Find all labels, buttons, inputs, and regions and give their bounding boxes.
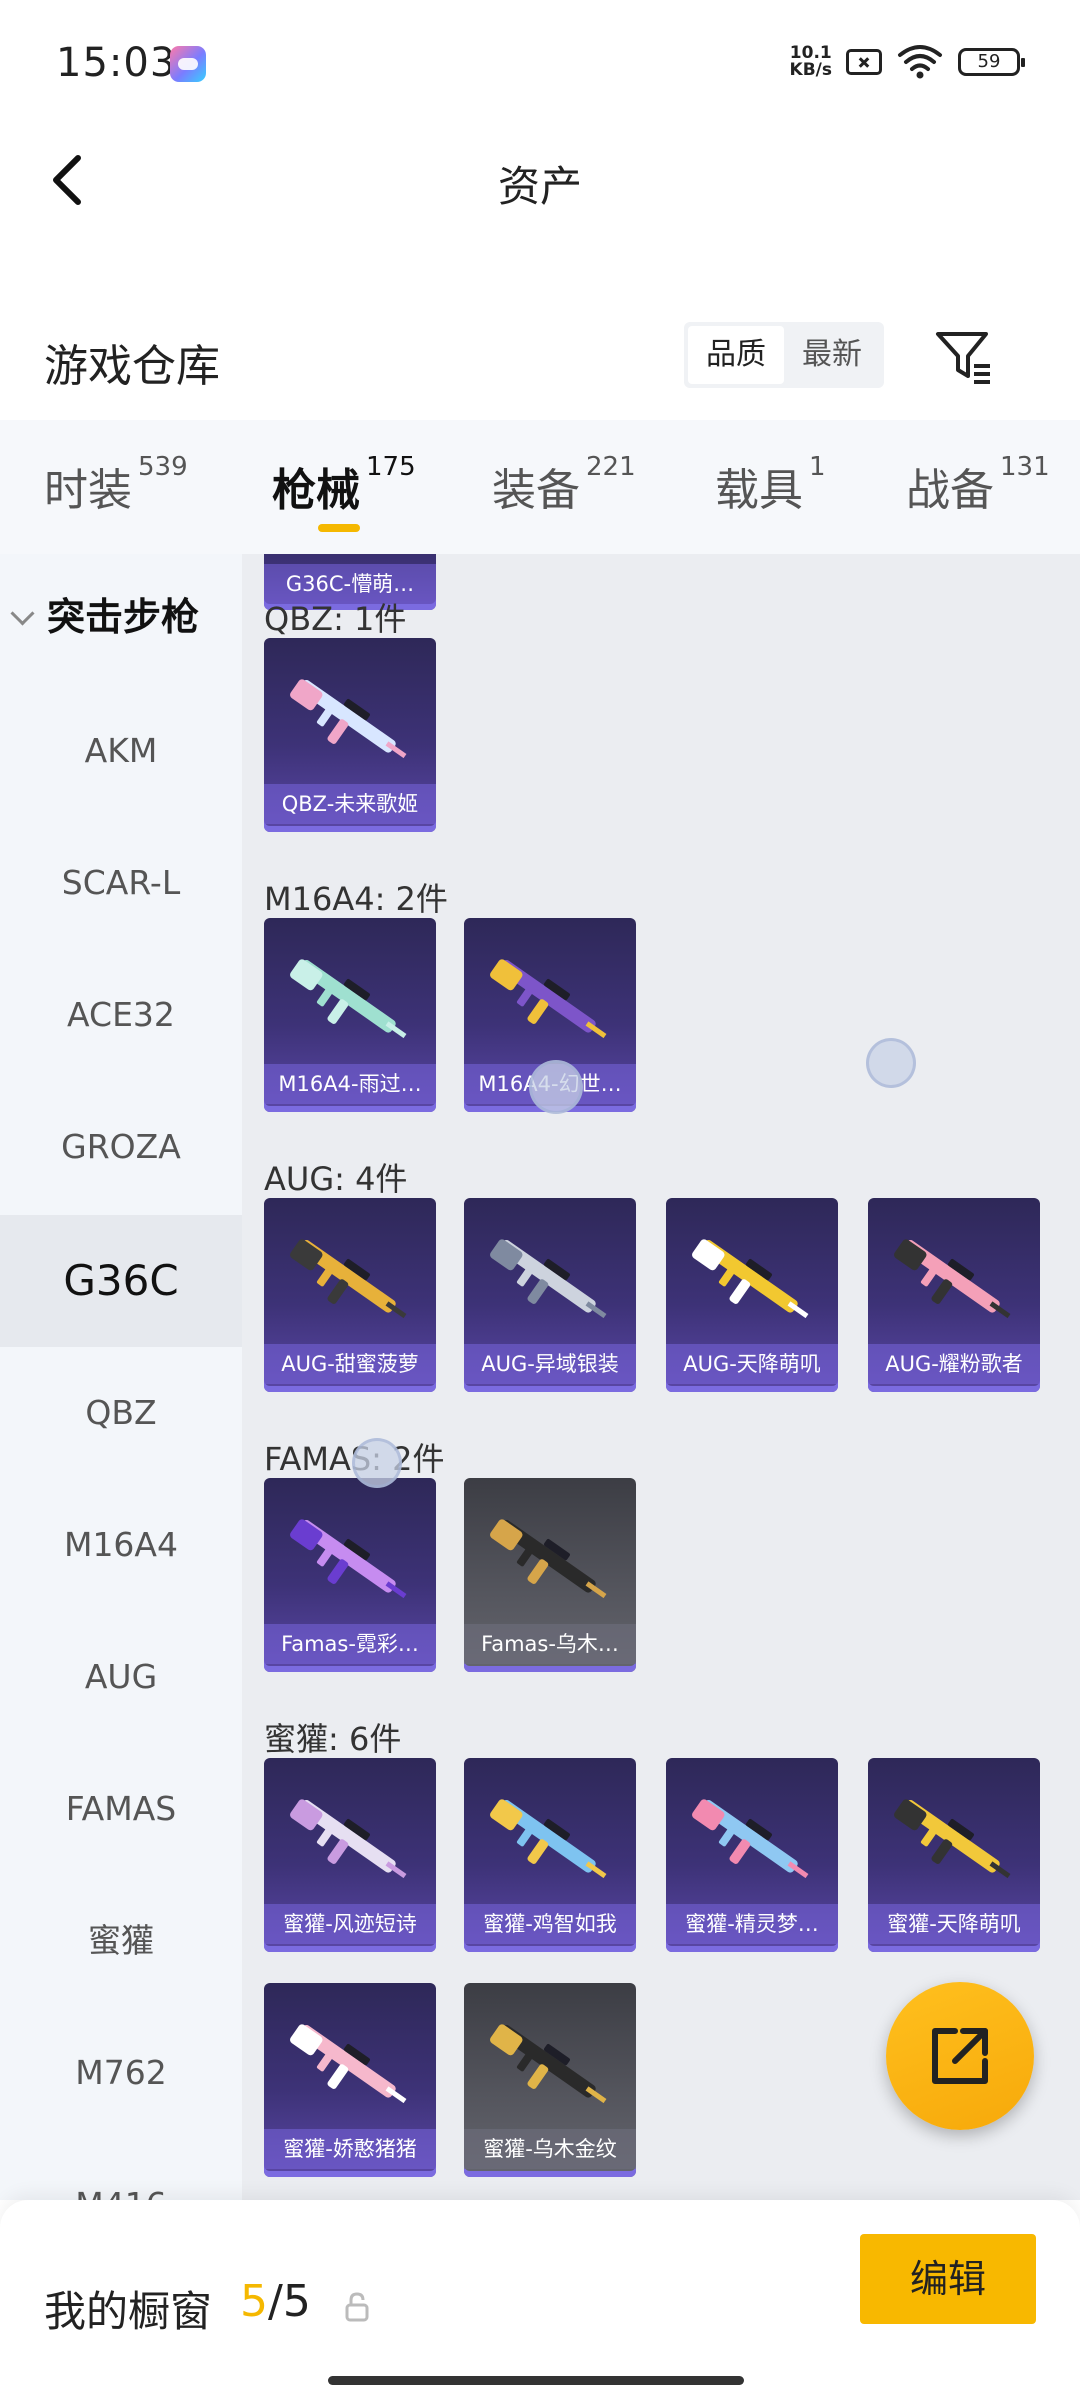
weapon-card[interactable]: AUG-耀粉歌者 [868,1198,1040,1392]
page-title: 资产 [497,162,582,211]
rifle-icon [692,1239,809,1319]
home-indicator [328,2376,744,2385]
sort-toggle: 品质 最新 [684,322,884,388]
weapon-card[interactable]: 蜜獾-风迹短诗 [264,1758,436,1952]
network-speed: 10.1 KB/s [789,43,832,80]
weapon-sidebar: 突击步枪 AKM SCAR-L ACE32 GROZA G36C QBZ M16… [0,554,242,2200]
weapon-card[interactable]: AUG-异域银装 [464,1198,636,1392]
weapon-card[interactable]: Famas-乌木… [464,1478,636,1672]
sidebar-item-m16a4[interactable]: M16A4 [0,1479,242,1611]
rifle-icon [894,1799,1011,1879]
lock-icon [345,2292,369,2322]
no-sim-icon [846,49,882,75]
game-app-icon [170,46,206,82]
weapon-card-label: AUG-异域银装 [464,1344,636,1384]
showcase-label: 我的橱窗 [44,2287,213,2336]
touch-indicator [866,1038,916,1088]
rifle-icon [290,679,407,759]
weapon-card[interactable]: Famas-霓彩… [264,1478,436,1672]
weapon-card-label: AUG-耀粉歌者 [868,1344,1040,1384]
status-icons: 10.1 KB/s 59 [789,42,1025,82]
rifle-icon [490,1799,607,1879]
weapon-card-label: 蜜獾-风迹短诗 [264,1904,436,1944]
weapon-card-label: 蜜獾-娇憨猪猪 [264,2129,436,2169]
weapon-card-label: AUG-天降萌叽 [666,1344,838,1384]
sidebar-item-groza[interactable]: GROZA [0,1081,242,1213]
tab-fashion[interactable]: 时装 539 [44,452,188,518]
weapon-grid: G36C-懵萌… QBZ: 1件 QBZ-未来歌姬 M16A4: 2件 M16A4-雨… [242,554,1080,2200]
section-title: AUG: 4件 [264,1160,408,1198]
category-tabs: 时装 539 枪械 175 装备 221 载具 1 战备 131 [0,420,1080,554]
sidebar-item-qbz[interactable]: QBZ [0,1347,242,1479]
touch-indicator [352,1438,402,1488]
share-button[interactable] [886,1982,1034,2130]
weapon-card[interactable]: 蜜獾-娇憨猪猪 [264,1983,436,2177]
sort-quality-option[interactable]: 品质 [688,326,784,384]
section-title: M16A4: 2件 [264,880,448,918]
chevron-down-icon [10,601,35,626]
rifle-icon [490,1239,607,1319]
rifle-icon [290,1239,407,1319]
status-bar: 15:03 10.1 KB/s 59 [0,0,1080,120]
weapon-card-label: 蜜獾-鸡智如我 [464,1904,636,1944]
wifi-icon [898,45,942,79]
weapon-card[interactable]: 蜜獾-乌木金纹 [464,1983,636,2177]
weapon-card-label: 蜜獾-天降萌叽 [868,1904,1040,1944]
nav-bar: 资产 [0,120,1080,240]
section-title: QBZ: 1件 [264,600,407,638]
sidebar-item-famas[interactable]: FAMAS [0,1743,242,1875]
rifle-icon [490,1519,607,1599]
warehouse-title: 游戏仓库 [44,341,220,392]
sidebar-item-aug[interactable]: AUG [0,1611,242,1743]
weapon-card[interactable]: AUG-甜蜜菠萝 [264,1198,436,1392]
sidebar-item-m762[interactable]: M762 [0,2007,242,2139]
showcase-count: 5/5 [240,2276,311,2327]
weapon-card[interactable]: M16A4-雨过… [264,918,436,1112]
rifle-icon [290,959,407,1039]
sidebar-item-g36c[interactable]: G36C [0,1215,242,1347]
touch-indicator [529,1060,583,1114]
weapon-card-label: 蜜獾-乌木金纹 [464,2129,636,2169]
battery-icon: 59 [958,48,1025,76]
rifle-icon [290,1799,407,1879]
edit-button[interactable]: 编辑 [860,2234,1036,2324]
rifle-icon [490,959,607,1039]
sort-newest-option[interactable]: 最新 [784,326,880,384]
tab-firearms[interactable]: 枪械 175 [272,452,416,518]
rifle-icon [290,1519,407,1599]
rifle-icon [490,2024,607,2104]
tab-equipment[interactable]: 装备 221 [492,452,636,518]
rifle-icon [290,2024,407,2104]
weapon-card-label: QBZ-未来歌姬 [264,784,436,824]
share-out-icon [932,2028,988,2084]
sidebar-category-header[interactable]: 突击步枪 [10,586,199,641]
weapon-card-label: 蜜獾-精灵梦… [666,1904,838,1944]
weapon-card-label: Famas-霓彩… [264,1624,436,1664]
weapon-card-label: Famas-乌木… [464,1624,636,1664]
sidebar-item-honey-badger[interactable]: 蜜獾 [0,1875,242,2007]
showcase-bar: 我的橱窗 5/5 编辑 [0,2200,1080,2400]
rifle-icon [894,1239,1011,1319]
filter-icon[interactable] [930,322,998,390]
sidebar-item-scar-l[interactable]: SCAR-L [0,817,242,949]
rifle-icon [692,1799,809,1879]
weapon-card[interactable]: 蜜獾-精灵梦… [666,1758,838,1952]
weapon-card-label: AUG-甜蜜菠萝 [264,1344,436,1384]
weapon-card[interactable]: AUG-天降萌叽 [666,1198,838,1392]
weapon-card[interactable]: QBZ-未来歌姬 [264,638,436,832]
section-title: 蜜獾: 6件 [264,1720,402,1758]
tab-vehicles[interactable]: 载具 1 [715,452,826,518]
weapon-card-label: M16A4-雨过… [264,1064,436,1104]
sidebar-item-akm[interactable]: AKM [0,685,242,817]
weapon-card[interactable]: 蜜獾-天降萌叽 [868,1758,1040,1952]
weapon-card[interactable]: 蜜獾-鸡智如我 [464,1758,636,1952]
sidebar-item-ace32[interactable]: ACE32 [0,949,242,1081]
active-tab-indicator [318,524,360,532]
sidebar-item-m416[interactable]: M416 [0,2139,242,2200]
status-time: 15:03 [56,40,177,86]
tab-supplies[interactable]: 战备 131 [906,452,1050,518]
